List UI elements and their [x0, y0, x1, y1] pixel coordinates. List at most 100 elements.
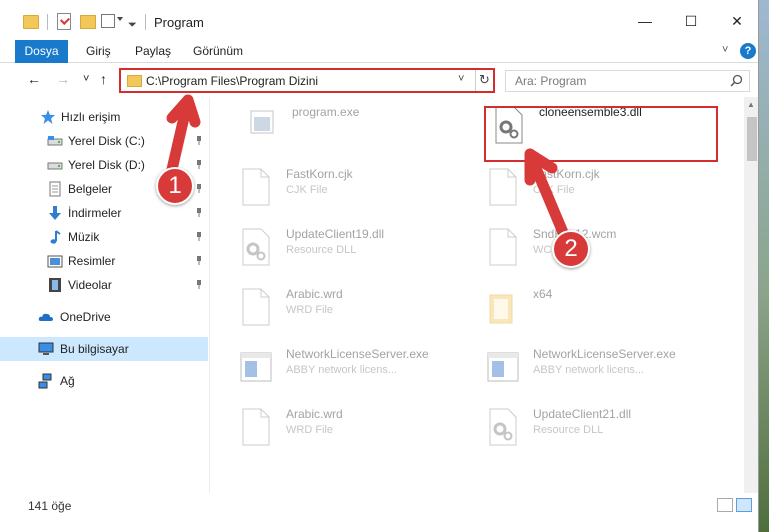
sidebar-item-label: İndirmeler	[68, 206, 122, 220]
sidebar-item-onedrive[interactable]: OneDrive	[0, 305, 208, 329]
file-name: program.exe	[292, 105, 360, 119]
file-type: Resource DLL	[533, 424, 604, 436]
file-item[interactable]: FastKorn.cjk CJK File	[480, 163, 720, 219]
file-item[interactable]: Arabic.wrd WRD File	[233, 403, 473, 459]
tab-gorunum[interactable]: Görünüm	[193, 40, 243, 63]
forward-button[interactable]: →	[56, 71, 70, 87]
sidebar-item-network[interactable]: Ağ	[0, 369, 208, 393]
file-type: CJK File	[533, 184, 575, 196]
file-item[interactable]: program.exe	[239, 101, 479, 157]
blank-file-icon	[489, 168, 517, 206]
view-properties-icon[interactable]	[101, 14, 115, 28]
pin-icon[interactable]	[195, 184, 203, 193]
sidebar-item-label: Yerel Disk (C:)	[68, 134, 145, 148]
search-input[interactable]: Ara: Program	[515, 74, 586, 88]
sidebar-item-label: Yerel Disk (D:)	[68, 158, 145, 172]
expand-ribbon-icon[interactable]: ˅	[722, 44, 728, 56]
file-name: NetworkLicenseServer.exe	[286, 347, 429, 361]
close-button[interactable]: ✕	[714, 0, 758, 42]
address-path[interactable]: C:\Program Files\Program Dizini	[146, 74, 318, 88]
sidebar-item-local-disk-d[interactable]: Yerel Disk (D:)	[0, 153, 208, 177]
file-item[interactable]: Arabic.wrd WRD File	[233, 283, 473, 339]
dll-gear-icon	[489, 408, 517, 446]
window-bottom	[0, 515, 758, 532]
tab-giris[interactable]: Giriş	[86, 40, 111, 63]
help-button[interactable]: ?	[740, 43, 756, 59]
sidebar-item-label: Hızlı erişim	[61, 110, 121, 124]
title-bar: ⏷ Program — ☐ ✕	[0, 0, 758, 42]
file-type: ABBY network licens...	[533, 364, 645, 376]
pictures-icon	[47, 255, 63, 268]
file-name: x64	[533, 287, 553, 301]
file-item[interactable]: UpdateClient19.dll Resource DLL	[233, 223, 473, 279]
pin-icon[interactable]	[195, 208, 203, 217]
blank-file-icon	[242, 168, 270, 206]
minimize-button[interactable]: —	[622, 0, 668, 42]
sidebar-item-label: Müzik	[68, 230, 100, 244]
tab-dosya[interactable]: Dosya	[15, 40, 68, 63]
address-dropdown-icon[interactable]: ˅	[458, 73, 464, 85]
file-item[interactable]: FastKorn.cjk CJK File	[233, 163, 473, 219]
sidebar-item-label: Videolar	[68, 278, 112, 292]
sidebar-item-videos[interactable]: Videolar	[0, 273, 208, 297]
toolbar-divider	[47, 14, 48, 30]
download-icon	[49, 206, 61, 220]
file-explorer-window: ⏷ Program — ☐ ✕ Dosya Giriş Paylaş Görün…	[0, 0, 759, 532]
file-name: FastKorn.cjk	[286, 167, 353, 181]
file-type: CJK File	[286, 184, 328, 196]
star-icon	[41, 110, 55, 124]
file-item[interactable]: NetworkLicenseServer.exe ABBY network li…	[233, 343, 473, 399]
file-type: ABBY network licens...	[286, 364, 398, 376]
properties-check-icon[interactable]	[57, 13, 71, 30]
pin-icon[interactable]	[195, 232, 203, 241]
item-count: 141 öğe	[28, 499, 72, 513]
sidebar-item-this-pc[interactable]: Bu bilgisayar	[0, 337, 208, 361]
search-icon[interactable]	[730, 74, 743, 87]
status-bar: 141 öğe	[0, 493, 758, 515]
pin-icon[interactable]	[195, 280, 203, 289]
maximize-button[interactable]: ☐	[668, 0, 714, 42]
file-item[interactable]: NetworkLicenseServer.exe ABBY network li…	[480, 343, 720, 399]
file-item[interactable]: SndEdit12.wcm WCM File	[480, 223, 720, 279]
sidebar-item-label: Resimler	[68, 254, 116, 268]
file-item[interactable]: UpdateClient21.dll Resource DLL	[480, 403, 720, 459]
chevron-down-icon[interactable]	[117, 17, 123, 21]
file-name: Arabic.wrd	[286, 407, 343, 421]
back-button[interactable]: ←	[27, 71, 41, 87]
new-folder-icon[interactable]	[80, 15, 96, 29]
sidebar-item-label: OneDrive	[60, 310, 111, 324]
search-box[interactable]: Ara: Program	[505, 70, 750, 92]
sidebar-item-pictures[interactable]: Resimler	[0, 249, 208, 273]
scroll-thumb[interactable]	[747, 117, 757, 161]
tab-paylas[interactable]: Paylaş	[135, 40, 171, 63]
sidebar-item-downloads[interactable]: İndirmeler	[0, 201, 208, 225]
customize-toolbar-icon[interactable]: ⏷	[128, 15, 137, 35]
sidebar-item-music[interactable]: Müzik	[0, 225, 208, 249]
details-view-icon[interactable]	[717, 498, 733, 512]
scroll-up-icon[interactable]: ▲	[747, 100, 755, 109]
pin-icon[interactable]	[195, 136, 203, 145]
folder-icon[interactable]	[23, 15, 39, 29]
app-window-icon	[240, 352, 272, 382]
file-name: FastKorn.cjk	[533, 167, 600, 181]
sidebar-item-local-disk-c[interactable]: Yerel Disk (C:)	[0, 129, 208, 153]
pin-icon[interactable]	[195, 256, 203, 265]
video-icon	[49, 278, 61, 292]
up-button[interactable]: ↑	[100, 71, 107, 87]
recent-locations-button[interactable]: ˅	[83, 73, 89, 85]
file-type: WRD File	[286, 304, 334, 316]
blank-file-icon	[242, 288, 270, 326]
vertical-scrollbar[interactable]: ▲	[744, 97, 758, 493]
blank-file-icon	[242, 408, 270, 446]
ribbon-tabs: Dosya Giriş Paylaş Görünüm ˅ ?	[0, 40, 758, 63]
sidebar-item-documents[interactable]: Belgeler	[0, 177, 208, 201]
refresh-button[interactable]: ↻	[475, 70, 493, 91]
highlight-box	[484, 106, 718, 162]
folder-item[interactable]: x64	[480, 283, 720, 339]
pin-icon[interactable]	[195, 160, 203, 169]
music-icon	[50, 230, 61, 244]
file-name: UpdateClient19.dll	[286, 227, 385, 241]
large-icons-view-icon[interactable]	[736, 498, 752, 512]
address-bar[interactable]: C:\Program Files\Program Dizini ˅ ↻	[119, 68, 495, 93]
sidebar-item-quick-access[interactable]: Hızlı erişim	[0, 105, 208, 129]
